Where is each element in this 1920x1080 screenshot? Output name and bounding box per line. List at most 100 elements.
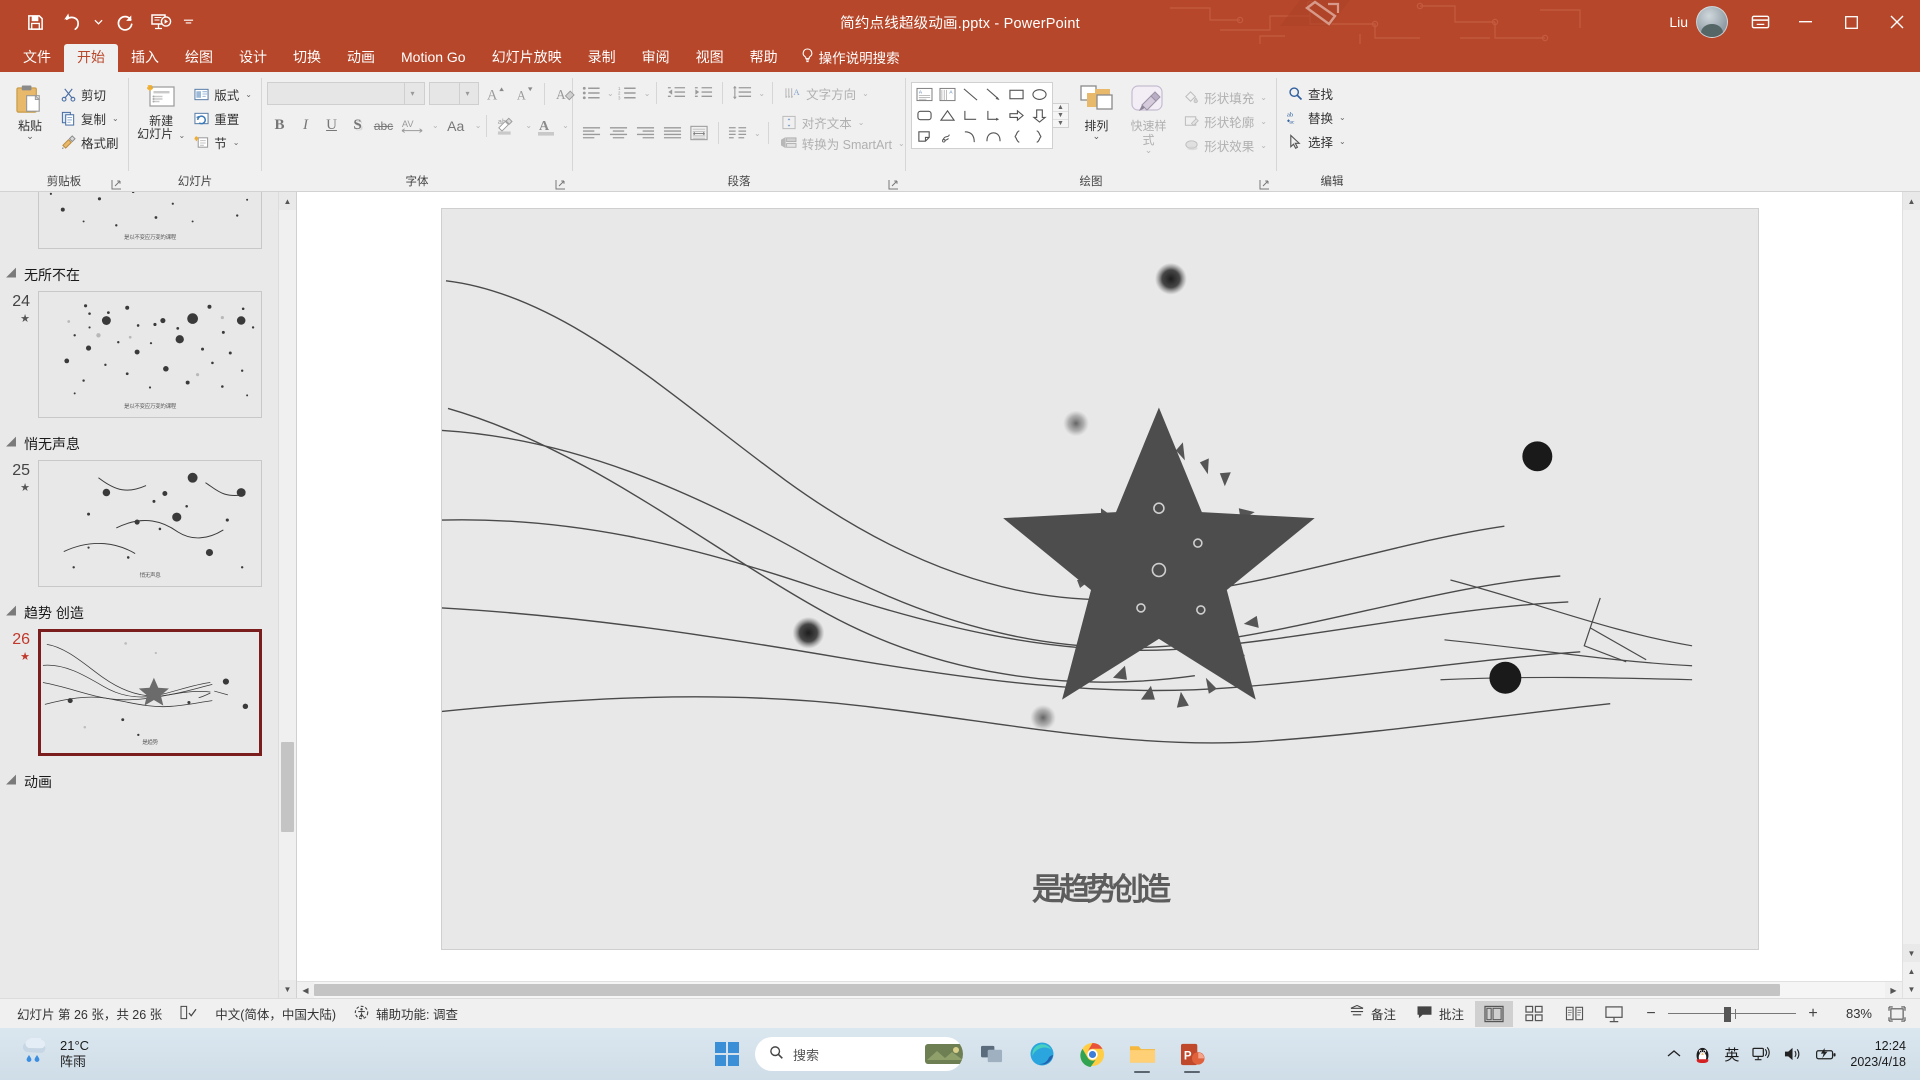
font-color-chevron-down-icon[interactable]: ⌄ xyxy=(562,121,569,130)
chevron-up-icon[interactable] xyxy=(1667,1049,1681,1059)
slide-count-status[interactable]: 幻灯片 第 26 张，共 26 张 xyxy=(8,1002,171,1026)
comments-button[interactable]: 批注 xyxy=(1407,1002,1473,1026)
zoom-out-button[interactable]: − xyxy=(1643,1006,1659,1022)
collapse-triangle-icon[interactable] xyxy=(6,437,21,452)
taskbar-clock[interactable]: 12:24 2023/4/18 xyxy=(1850,1038,1906,1070)
align-center-button[interactable] xyxy=(605,121,631,145)
slide-sorter-view-button[interactable] xyxy=(1515,1001,1553,1027)
zoom-in-button[interactable]: + xyxy=(1805,1006,1821,1022)
shapes-gallery[interactable]: A A xyxy=(911,82,1069,149)
shape-triangle[interactable] xyxy=(936,105,959,126)
thumbnails-scrollbar[interactable]: ▲ ▼ xyxy=(278,192,296,998)
quick-styles-button[interactable]: 快速样式 ⌄ xyxy=(1124,82,1174,154)
shape-fill-button[interactable]: 形状填充 ⌄ xyxy=(1178,85,1271,109)
shape-rounded-rectangle[interactable] xyxy=(913,105,936,126)
shapes-scroll-up-icon[interactable]: ▲ xyxy=(1053,104,1068,112)
tab-file[interactable]: 文件 xyxy=(10,44,64,72)
folder-icon[interactable] xyxy=(1121,1033,1163,1075)
font-dialog-launcher[interactable] xyxy=(555,177,568,190)
shape-effects-button[interactable]: 形状效果 ⌄ xyxy=(1178,133,1271,157)
font-size-input[interactable]: ▾ xyxy=(429,82,479,105)
columns-chevron-down-icon[interactable]: ⌄ xyxy=(754,129,761,138)
underline-button[interactable]: U xyxy=(319,113,344,138)
chrome-browser-icon[interactable] xyxy=(1071,1033,1113,1075)
new-slide-chevron-down-icon[interactable]: ⌄ xyxy=(178,131,185,140)
tab-record[interactable]: 录制 xyxy=(575,44,629,72)
account-button[interactable]: Liu xyxy=(1669,6,1738,38)
text-shadow-button[interactable]: S xyxy=(345,113,370,138)
numbering-button[interactable]: 123 xyxy=(615,81,641,105)
v-scrollbar-track[interactable] xyxy=(1903,210,1920,944)
new-slide-button[interactable]: 新建 幻灯片 ⌄ xyxy=(134,78,188,142)
tab-animations[interactable]: 动画 xyxy=(334,44,388,72)
slideshow-icon[interactable] xyxy=(144,6,178,38)
font-name-chevron-down-icon[interactable]: ▾ xyxy=(404,83,420,104)
shape-elbow-arrow-connector[interactable] xyxy=(982,105,1005,126)
shape-right-brace[interactable] xyxy=(1028,126,1051,147)
reset-button[interactable]: 重置 xyxy=(188,106,256,130)
slide-vertical-scrollbar[interactable]: ▲ ▼ ▲ ▼ xyxy=(1902,192,1920,998)
cut-button[interactable]: 剪切 xyxy=(55,82,123,106)
avatar[interactable] xyxy=(1696,6,1728,38)
close-button[interactable] xyxy=(1874,0,1920,44)
align-text-button[interactable]: 对齐文本 ⌄ xyxy=(776,112,909,133)
section-chevron-down-icon[interactable]: ⌄ xyxy=(233,138,240,147)
copy-button[interactable]: 复制 ⌄ xyxy=(55,106,123,130)
bullets-button[interactable] xyxy=(578,81,604,105)
ribbon-display-options-icon[interactable] xyxy=(1738,0,1782,44)
arrange-button[interactable]: 排列 ⌄ xyxy=(1074,82,1119,140)
shape-arrow[interactable] xyxy=(982,84,1005,105)
customize-qat-chevron-down-icon[interactable] xyxy=(180,6,196,38)
font-name-input[interactable]: ▾ xyxy=(267,82,425,105)
tab-review[interactable]: 审阅 xyxy=(629,44,683,72)
change-case-button[interactable]: Aa xyxy=(440,113,472,138)
edge-browser-icon[interactable] xyxy=(1021,1033,1063,1075)
shape-arc[interactable] xyxy=(959,126,982,147)
collapse-triangle-icon[interactable] xyxy=(6,775,21,790)
shape-outline-chevron-down-icon[interactable]: ⌄ xyxy=(1260,117,1267,126)
shape-vertical-textbox[interactable]: A xyxy=(936,84,959,105)
powerpoint-icon[interactable]: P xyxy=(1171,1033,1213,1075)
undo-dropdown-chevron-down-icon[interactable] xyxy=(90,6,106,38)
tab-transitions[interactable]: 切换 xyxy=(280,44,334,72)
shape-textbox[interactable]: A xyxy=(913,84,936,105)
tab-help[interactable]: 帮助 xyxy=(737,44,791,72)
shape-left-brace[interactable] xyxy=(1005,126,1028,147)
numbering-chevron-down-icon[interactable]: ⌄ xyxy=(644,89,651,98)
shape-folded-corner[interactable] xyxy=(913,126,936,147)
paste-button[interactable]: 粘贴 ⌄ xyxy=(5,78,55,140)
text-highlight-color-button[interactable]: ab xyxy=(492,113,522,138)
align-text-chevron-down-icon[interactable]: ⌄ xyxy=(858,118,865,127)
select-chevron-down-icon[interactable]: ⌄ xyxy=(1339,137,1346,146)
spellcheck-status[interactable] xyxy=(171,1002,206,1026)
section-header-qiaowushengxi[interactable]: 悄无声息 xyxy=(0,428,278,460)
tab-insert[interactable]: 插入 xyxy=(118,44,172,72)
tab-motion-go[interactable]: Motion Go xyxy=(388,44,479,72)
minimize-button[interactable] xyxy=(1782,0,1828,44)
replace-chevron-down-icon[interactable]: ⌄ xyxy=(1339,113,1346,122)
zoom-slider-knob[interactable] xyxy=(1724,1007,1731,1022)
zoom-percent[interactable]: 83% xyxy=(1830,1006,1872,1021)
next-slide-icon[interactable]: ▼ xyxy=(1903,980,1920,998)
speaker-icon[interactable] xyxy=(1783,1046,1802,1062)
line-spacing-chevron-down-icon[interactable]: ⌄ xyxy=(758,89,765,98)
replace-button[interactable]: abac 替换 ⌄ xyxy=(1282,105,1350,129)
undo-icon[interactable] xyxy=(54,6,88,38)
text-highlight-chevron-down-icon[interactable]: ⌄ xyxy=(525,121,532,130)
tab-view[interactable]: 视图 xyxy=(683,44,737,72)
quick-styles-chevron-down-icon[interactable]: ⌄ xyxy=(1145,147,1153,154)
increase-font-size-button[interactable]: A xyxy=(483,81,508,106)
strikethrough-button[interactable]: abc xyxy=(371,113,396,138)
shape-oval[interactable] xyxy=(1028,84,1051,105)
align-left-button[interactable] xyxy=(578,121,604,145)
italic-button[interactable]: I xyxy=(293,113,318,138)
shape-fill-chevron-down-icon[interactable]: ⌄ xyxy=(1260,93,1267,102)
horizontal-scrollbar[interactable]: ◀ ▶ xyxy=(297,981,1902,998)
character-spacing-button[interactable]: AV xyxy=(397,113,429,138)
shape-outline-button[interactable]: 形状轮廓 ⌄ xyxy=(1178,109,1271,133)
clipboard-dialog-launcher[interactable] xyxy=(111,177,124,190)
paragraph-dialog-launcher[interactable] xyxy=(888,177,901,190)
scroll-down-icon[interactable]: ▼ xyxy=(1903,944,1920,962)
scrollbar-thumb[interactable] xyxy=(281,742,294,832)
network-icon[interactable] xyxy=(1752,1046,1770,1062)
